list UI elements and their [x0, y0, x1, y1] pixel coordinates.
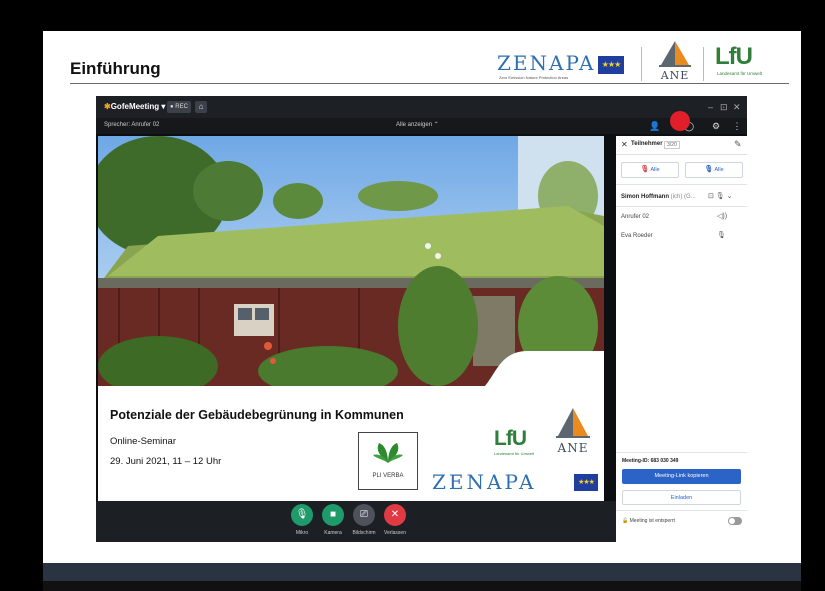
meeting-lock-label: 🔓 Meeting ist entsperrt — [622, 518, 675, 524]
panel-divider — [616, 206, 747, 207]
record-button[interactable]: ● REC — [167, 101, 191, 113]
ane-triangle-icon — [556, 408, 590, 438]
popout-icon[interactable]: ✎ — [734, 139, 742, 150]
screen-share-button[interactable]: ⎚ — [353, 504, 375, 526]
close-button[interactable]: ✕ — [733, 101, 741, 113]
host-status-icons[interactable]: ⊡ 🎙 ⌄ — [708, 192, 733, 200]
microphone-button[interactable]: 🎙 — [291, 504, 313, 526]
zenapa-subtitle: Zero Emission Nature Protection Areas — [499, 75, 569, 80]
title-divider — [70, 83, 789, 84]
participants-icon[interactable]: 👤 — [649, 121, 660, 131]
more-menu-icon[interactable]: ⋮ — [732, 121, 742, 131]
eu-flag-icon: ★★★ — [598, 56, 624, 74]
app-titlebar: ✱GofeMeeting ▾ ● REC ⌂ – ⊡ ✕ — [96, 96, 747, 118]
footer-strip — [43, 563, 801, 581]
ane-logo: ANE — [552, 406, 594, 456]
eu-flag-icon: ★★★ — [574, 474, 598, 491]
logo-separator — [703, 47, 704, 81]
camera-button[interactable]: ■ — [322, 504, 344, 526]
host-participant[interactable]: Simon Hoffmann (ich) (G... — [621, 194, 696, 200]
panel-divider — [616, 510, 747, 511]
slide-title: Einführung — [70, 59, 161, 78]
copy-meeting-link-button[interactable]: Meeting-Link kopieren — [622, 469, 741, 484]
meeting-id: Meeting-ID: 683 030 349 — [622, 458, 679, 464]
close-panel-icon[interactable]: ✕ — [621, 140, 628, 149]
lfu-subtitle: Landesamt für Umwelt — [717, 71, 763, 76]
panel-header: ✕ Teilnehmer 3/20 ✎ — [616, 136, 747, 155]
meeting-app-window: ✱GofeMeeting ▾ ● REC ⌂ – ⊡ ✕ Sprecher: A… — [96, 96, 747, 542]
leaf-icon — [373, 443, 403, 463]
zenapa-wordmark: ZENAPA — [497, 51, 596, 75]
settings-icon[interactable]: ⚙ — [711, 121, 721, 131]
leave-label: Verlassen — [384, 530, 406, 536]
lfu-logo: LfU Landesamt für Umwelt — [494, 427, 535, 456]
minimize-button[interactable]: – — [708, 101, 713, 113]
logo-separator — [641, 47, 642, 81]
participant-row[interactable]: Eva Roeder — [621, 233, 653, 239]
speaker-icon: ◁)) — [717, 213, 728, 220]
lock-icon: 🔓 — [622, 518, 629, 524]
view-mode-select[interactable]: Alle anzeigen ⌃ — [396, 121, 439, 128]
seminar-date: 29. Juni 2021, 11 – 12 Uhr — [110, 456, 222, 467]
seminar-type: Online-Seminar — [110, 436, 176, 447]
ane-logo: ANE — [655, 39, 695, 82]
speaker-bar: Sprecher: Anrufer 02 Alle anzeigen ⌃ — [96, 118, 616, 134]
ane-triangle-icon — [659, 41, 691, 67]
invite-button[interactable]: Einladen — [622, 490, 741, 505]
pli-verba-logo: PLI VERBA — [358, 432, 418, 490]
maximize-button[interactable]: ⊡ — [720, 101, 728, 113]
app-logo[interactable]: ✱GofeMeeting ▾ — [104, 102, 165, 111]
microphone-icon: 🎙 — [717, 232, 726, 239]
footer-edge — [43, 581, 801, 591]
ane-wordmark: ANE — [660, 69, 690, 82]
lfu-wordmark: LfU — [715, 43, 753, 70]
participant-row[interactable]: Anrufer 02 — [621, 214, 649, 220]
meeting-lock-toggle[interactable] — [728, 517, 742, 525]
panel-title: Teilnehmer — [631, 141, 663, 147]
mute-all-button[interactable]: 🎙 Alle — [621, 162, 679, 178]
panel-divider — [616, 452, 747, 453]
leave-button[interactable]: ✕ — [384, 504, 406, 526]
seminar-title: Potenziale der Gebäudebegrünung in Kommu… — [110, 408, 404, 422]
lfu-logo: LfU Landesamt für Umwelt — [715, 43, 775, 79]
zenapa-wordmark: ZENAPA — [432, 470, 537, 494]
participants-panel: ✕ Teilnehmer 3/20 ✎ 🎙 Alle 🎙 Alle Simon … — [616, 136, 747, 542]
home-icon[interactable]: ⌂ — [195, 101, 207, 113]
unmute-all-button[interactable]: 🎙 Alle — [685, 162, 743, 178]
recording-indicator-icon — [670, 111, 690, 131]
shared-screen: Potenziale der Gebäudebegrünung in Kommu… — [98, 136, 604, 501]
participant-count-badge: 3/20 — [664, 141, 680, 149]
panel-divider — [616, 184, 747, 185]
active-speaker-label: Sprecher: Anrufer 02 — [104, 122, 160, 128]
